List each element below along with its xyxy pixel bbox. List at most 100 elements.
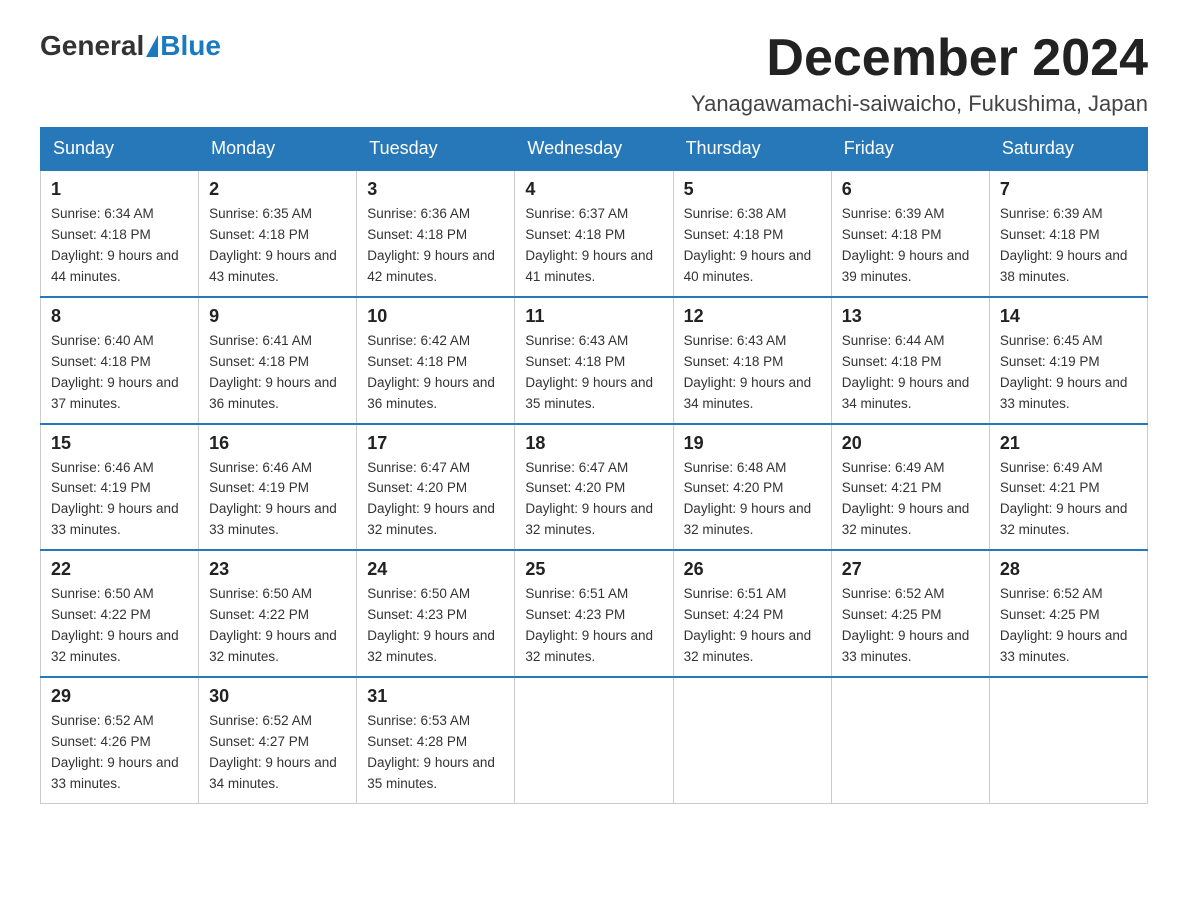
day-number: 11 [525,306,662,327]
table-row: 8 Sunrise: 6:40 AM Sunset: 4:18 PM Dayli… [41,297,199,424]
table-row: 4 Sunrise: 6:37 AM Sunset: 4:18 PM Dayli… [515,170,673,297]
day-info: Sunrise: 6:44 AM Sunset: 4:18 PM Dayligh… [842,331,979,415]
table-row: 16 Sunrise: 6:46 AM Sunset: 4:19 PM Dayl… [199,424,357,551]
table-row: 13 Sunrise: 6:44 AM Sunset: 4:18 PM Dayl… [831,297,989,424]
day-info: Sunrise: 6:52 AM Sunset: 4:26 PM Dayligh… [51,711,188,795]
table-row [673,677,831,803]
calendar-week-row: 22 Sunrise: 6:50 AM Sunset: 4:22 PM Dayl… [41,550,1148,677]
table-row: 5 Sunrise: 6:38 AM Sunset: 4:18 PM Dayli… [673,170,831,297]
day-info: Sunrise: 6:46 AM Sunset: 4:19 PM Dayligh… [51,458,188,542]
day-number: 19 [684,433,821,454]
table-row: 22 Sunrise: 6:50 AM Sunset: 4:22 PM Dayl… [41,550,199,677]
day-number: 1 [51,179,188,200]
day-number: 3 [367,179,504,200]
day-number: 9 [209,306,346,327]
table-row: 30 Sunrise: 6:52 AM Sunset: 4:27 PM Dayl… [199,677,357,803]
day-number: 8 [51,306,188,327]
table-row: 15 Sunrise: 6:46 AM Sunset: 4:19 PM Dayl… [41,424,199,551]
day-info: Sunrise: 6:42 AM Sunset: 4:18 PM Dayligh… [367,331,504,415]
day-number: 5 [684,179,821,200]
table-row: 28 Sunrise: 6:52 AM Sunset: 4:25 PM Dayl… [989,550,1147,677]
table-row: 12 Sunrise: 6:43 AM Sunset: 4:18 PM Dayl… [673,297,831,424]
day-info: Sunrise: 6:51 AM Sunset: 4:23 PM Dayligh… [525,584,662,668]
calendar-week-row: 29 Sunrise: 6:52 AM Sunset: 4:26 PM Dayl… [41,677,1148,803]
table-row: 9 Sunrise: 6:41 AM Sunset: 4:18 PM Dayli… [199,297,357,424]
table-row: 1 Sunrise: 6:34 AM Sunset: 4:18 PM Dayli… [41,170,199,297]
col-monday: Monday [199,128,357,171]
col-thursday: Thursday [673,128,831,171]
calendar-table: Sunday Monday Tuesday Wednesday Thursday… [40,127,1148,803]
day-number: 20 [842,433,979,454]
day-info: Sunrise: 6:50 AM Sunset: 4:23 PM Dayligh… [367,584,504,668]
day-number: 16 [209,433,346,454]
day-info: Sunrise: 6:39 AM Sunset: 4:18 PM Dayligh… [1000,204,1137,288]
day-info: Sunrise: 6:43 AM Sunset: 4:18 PM Dayligh… [684,331,821,415]
day-info: Sunrise: 6:53 AM Sunset: 4:28 PM Dayligh… [367,711,504,795]
day-number: 6 [842,179,979,200]
table-row: 11 Sunrise: 6:43 AM Sunset: 4:18 PM Dayl… [515,297,673,424]
page-header: General Blue December 2024 Yanagawamachi… [40,30,1148,117]
month-title: December 2024 [691,30,1148,87]
day-number: 29 [51,686,188,707]
table-row: 14 Sunrise: 6:45 AM Sunset: 4:19 PM Dayl… [989,297,1147,424]
day-info: Sunrise: 6:34 AM Sunset: 4:18 PM Dayligh… [51,204,188,288]
day-info: Sunrise: 6:39 AM Sunset: 4:18 PM Dayligh… [842,204,979,288]
day-info: Sunrise: 6:35 AM Sunset: 4:18 PM Dayligh… [209,204,346,288]
day-info: Sunrise: 6:38 AM Sunset: 4:18 PM Dayligh… [684,204,821,288]
col-friday: Friday [831,128,989,171]
title-section: December 2024 Yanagawamachi-saiwaicho, F… [691,30,1148,117]
day-number: 14 [1000,306,1137,327]
day-info: Sunrise: 6:52 AM Sunset: 4:25 PM Dayligh… [842,584,979,668]
table-row [515,677,673,803]
table-row: 27 Sunrise: 6:52 AM Sunset: 4:25 PM Dayl… [831,550,989,677]
day-info: Sunrise: 6:43 AM Sunset: 4:18 PM Dayligh… [525,331,662,415]
table-row [831,677,989,803]
table-row: 7 Sunrise: 6:39 AM Sunset: 4:18 PM Dayli… [989,170,1147,297]
table-row [989,677,1147,803]
day-number: 18 [525,433,662,454]
location-text: Yanagawamachi-saiwaicho, Fukushima, Japa… [691,91,1148,117]
logo: General Blue [40,30,221,62]
day-info: Sunrise: 6:36 AM Sunset: 4:18 PM Dayligh… [367,204,504,288]
logo-blue-text: Blue [160,30,221,62]
day-info: Sunrise: 6:49 AM Sunset: 4:21 PM Dayligh… [842,458,979,542]
table-row: 29 Sunrise: 6:52 AM Sunset: 4:26 PM Dayl… [41,677,199,803]
day-info: Sunrise: 6:45 AM Sunset: 4:19 PM Dayligh… [1000,331,1137,415]
table-row: 2 Sunrise: 6:35 AM Sunset: 4:18 PM Dayli… [199,170,357,297]
table-row: 21 Sunrise: 6:49 AM Sunset: 4:21 PM Dayl… [989,424,1147,551]
calendar-week-row: 15 Sunrise: 6:46 AM Sunset: 4:19 PM Dayl… [41,424,1148,551]
day-info: Sunrise: 6:50 AM Sunset: 4:22 PM Dayligh… [51,584,188,668]
day-number: 2 [209,179,346,200]
table-row: 23 Sunrise: 6:50 AM Sunset: 4:22 PM Dayl… [199,550,357,677]
day-number: 30 [209,686,346,707]
day-number: 10 [367,306,504,327]
table-row: 19 Sunrise: 6:48 AM Sunset: 4:20 PM Dayl… [673,424,831,551]
day-number: 17 [367,433,504,454]
calendar-week-row: 1 Sunrise: 6:34 AM Sunset: 4:18 PM Dayli… [41,170,1148,297]
table-row: 20 Sunrise: 6:49 AM Sunset: 4:21 PM Dayl… [831,424,989,551]
table-row: 10 Sunrise: 6:42 AM Sunset: 4:18 PM Dayl… [357,297,515,424]
table-row: 18 Sunrise: 6:47 AM Sunset: 4:20 PM Dayl… [515,424,673,551]
logo-general-text: General [40,30,144,62]
table-row: 25 Sunrise: 6:51 AM Sunset: 4:23 PM Dayl… [515,550,673,677]
table-row: 26 Sunrise: 6:51 AM Sunset: 4:24 PM Dayl… [673,550,831,677]
day-info: Sunrise: 6:52 AM Sunset: 4:25 PM Dayligh… [1000,584,1137,668]
col-sunday: Sunday [41,128,199,171]
day-info: Sunrise: 6:52 AM Sunset: 4:27 PM Dayligh… [209,711,346,795]
day-info: Sunrise: 6:46 AM Sunset: 4:19 PM Dayligh… [209,458,346,542]
col-wednesday: Wednesday [515,128,673,171]
day-number: 15 [51,433,188,454]
day-info: Sunrise: 6:50 AM Sunset: 4:22 PM Dayligh… [209,584,346,668]
day-info: Sunrise: 6:47 AM Sunset: 4:20 PM Dayligh… [367,458,504,542]
day-number: 22 [51,559,188,580]
col-tuesday: Tuesday [357,128,515,171]
day-number: 31 [367,686,504,707]
table-row: 17 Sunrise: 6:47 AM Sunset: 4:20 PM Dayl… [357,424,515,551]
day-number: 21 [1000,433,1137,454]
day-number: 24 [367,559,504,580]
day-number: 7 [1000,179,1137,200]
day-number: 26 [684,559,821,580]
day-info: Sunrise: 6:51 AM Sunset: 4:24 PM Dayligh… [684,584,821,668]
day-number: 13 [842,306,979,327]
day-number: 12 [684,306,821,327]
